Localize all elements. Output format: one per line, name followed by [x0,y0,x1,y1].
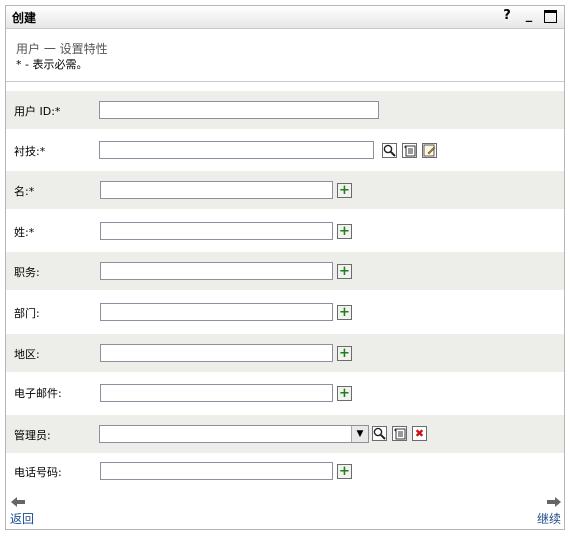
add-region-button[interactable]: + [337,346,352,361]
create-panel: 创建 ? _ 用户 一 设置特性 * - 表示必需。 用户 ID:* 衬技:* … [5,5,565,530]
phone-label: 电话号码: [14,466,62,479]
plus-icon: + [339,224,350,239]
plus-icon: + [339,183,350,198]
row-user-id: 用户 ID:* [6,91,564,129]
back-link[interactable]: 返回 [10,510,34,527]
add-phone-button[interactable]: + [337,464,352,479]
department-label: 部门: [14,307,40,320]
row-email: 电子邮件: + [6,375,564,413]
row-department: 部门: + [6,293,564,331]
history-list-icon[interactable] [392,426,407,441]
first-name-input[interactable] [100,181,333,199]
title-label: 职务: [14,266,40,279]
user-id-input[interactable] [99,101,379,119]
minimize-icon[interactable]: _ [522,8,536,24]
email-input[interactable] [100,384,333,402]
back-arrow-icon[interactable] [11,496,25,510]
add-last-name-button[interactable]: + [337,224,352,239]
chevron-down-icon[interactable]: ▼ [351,426,368,442]
context-label: 衬技:* [14,145,46,158]
region-label: 地区: [14,348,40,361]
row-title: 职务: + [6,252,564,290]
email-label: 电子邮件: [14,387,62,400]
phone-input[interactable] [100,462,333,480]
plus-icon: + [339,386,350,401]
department-input[interactable] [100,303,333,321]
manager-label: 管理员: [14,429,51,442]
row-phone: 电话号码: + [6,455,564,493]
add-email-button[interactable]: + [337,386,352,401]
edit-icon[interactable] [422,143,437,158]
page-heading: 用户 一 设置特性 [16,42,108,56]
continue-link[interactable]: 继续 [537,510,561,527]
maximize-icon[interactable] [544,8,558,24]
required-note: * - 表示必需。 [16,58,88,71]
plus-icon: + [339,264,350,279]
last-name-label: 姓:* [14,226,35,239]
window-title: 创建 [12,11,37,25]
row-region: 地区: + [6,334,564,372]
help-icon[interactable]: ? [500,8,514,24]
plus-icon: + [339,464,350,479]
forward-arrow-icon[interactable] [547,496,561,510]
region-input[interactable] [100,344,333,362]
add-title-button[interactable]: + [337,264,352,279]
row-context: 衬技:* [6,131,564,169]
row-last-name: 姓:* + [6,212,564,250]
title-bar-controls: ? _ [500,8,558,24]
title-input[interactable] [100,262,333,280]
add-department-button[interactable]: + [337,305,352,320]
search-icon[interactable] [372,426,387,441]
search-icon[interactable] [382,143,397,158]
context-input[interactable] [99,141,374,159]
row-first-name: 名:* + [6,171,564,209]
clear-icon[interactable]: ✖ [412,426,427,441]
history-list-icon[interactable] [402,143,417,158]
manager-select[interactable]: ▼ [99,425,369,443]
title-bar: 创建 ? _ [6,6,564,29]
plus-icon: + [339,305,350,320]
first-name-label: 名:* [14,185,35,198]
add-first-name-button[interactable]: + [337,183,352,198]
user-id-label: 用户 ID:* [14,105,61,118]
row-manager: 管理员: ▼ ✖ [6,415,564,453]
last-name-input[interactable] [100,222,333,240]
plus-icon: + [339,346,350,361]
divider [6,81,564,82]
close-icon: ✖ [414,427,425,440]
